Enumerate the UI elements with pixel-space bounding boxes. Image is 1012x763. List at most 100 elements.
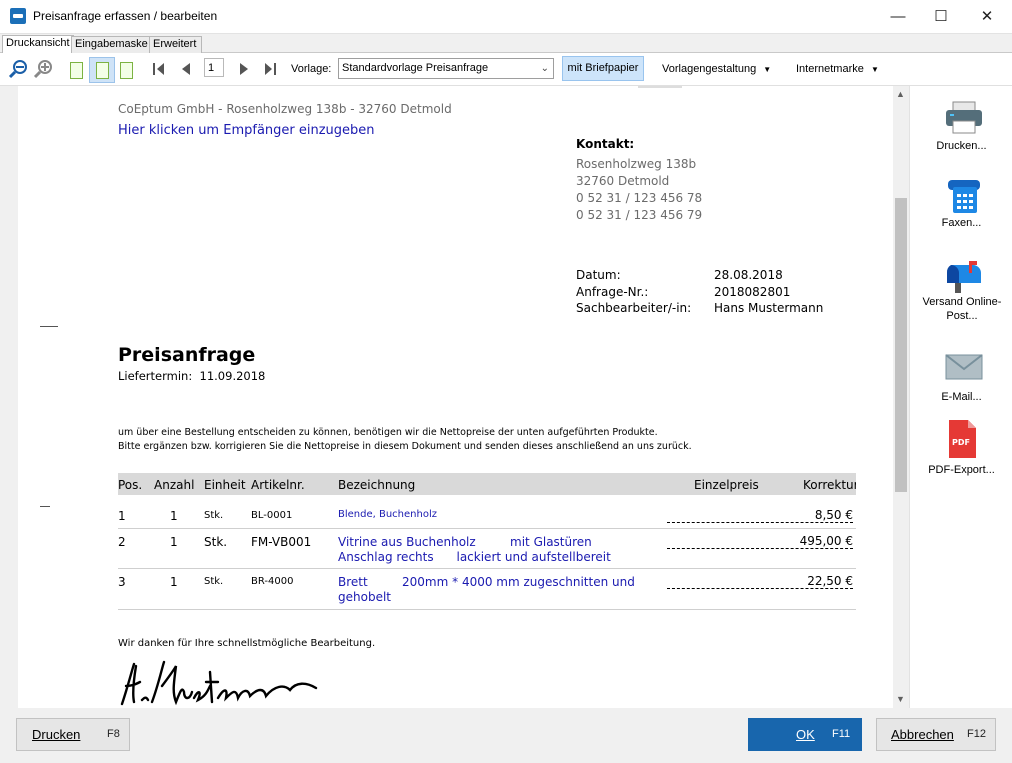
page-top-mark <box>638 86 682 88</box>
column-header: Anzahl <box>154 478 195 492</box>
envelope-icon <box>944 352 983 386</box>
meta-value: Hans Mustermann <box>714 301 824 315</box>
vorlage-label: Vorlage: <box>291 63 332 75</box>
drucken-button[interactable]: Drucken F8 <box>16 718 130 751</box>
document-heading: Preisanfrage <box>118 344 256 366</box>
vorlage-value: Standardvorlage Preisanfrage <box>342 62 489 74</box>
vorlagengestaltung-label: Vorlagengestaltung <box>662 63 757 75</box>
ok-button[interactable]: OK F11 <box>748 718 862 751</box>
svg-text:PDF: PDF <box>952 438 970 447</box>
ok-button-label: OK <box>796 727 815 742</box>
last-page-icon[interactable] <box>260 59 280 79</box>
first-page-icon[interactable] <box>149 59 169 79</box>
kontakt-line: Rosenholzweg 138b <box>576 157 697 171</box>
drucken-shortcut: F8 <box>107 728 120 740</box>
briefpapier-toggle[interactable]: mit Briefpapier <box>562 56 644 81</box>
liefertermin-label: Liefertermin: <box>118 369 193 383</box>
email-action[interactable]: E-Mail... <box>910 352 1012 404</box>
online-post-action[interactable]: Versand Online-Post... <box>910 257 1012 323</box>
column-header: Einheit <box>204 478 246 492</box>
window-title: Preisanfrage erfassen / bearbeiten <box>33 9 218 23</box>
meta-label: Datum: <box>576 268 621 282</box>
document-page: CoEptum GmbH - Rosenholzweg 138b - 32760… <box>18 86 893 708</box>
app-icon <box>10 8 26 24</box>
liefertermin-value: 11.09.2018 <box>199 369 266 383</box>
kontakt-line: 0 52 31 / 123 456 79 <box>576 208 703 222</box>
fold-mark <box>40 506 50 507</box>
title-bar: Preisanfrage erfassen / bearbeiten — ☐ ✕ <box>0 0 1012 34</box>
column-header: Artikelnr. <box>251 478 305 492</box>
table-row: 2 1 Stk. FM-VB001 Vitrine aus Buchenholz… <box>118 534 856 568</box>
tab-druckansicht[interactable]: Druckansicht <box>2 35 74 54</box>
zoom-out-icon[interactable] <box>8 59 28 79</box>
row-divider <box>118 609 856 610</box>
thanks-text: Wir danken für Ihre schnellstmögliche Be… <box>118 638 376 649</box>
signature-image <box>118 656 328 708</box>
cell-artikelnr: BR-4000 <box>251 576 294 587</box>
printer-icon <box>945 101 982 135</box>
pdf-icon: PDF <box>945 419 979 459</box>
single-page-icon[interactable] <box>66 59 86 79</box>
meta-value: 2018082801 <box>714 285 791 299</box>
table-header: Pos. Anzahl Einheit Artikelnr. Bezeichnu… <box>118 473 856 495</box>
column-header: Korrektur <box>803 478 856 492</box>
page-width-icon[interactable] <box>116 59 136 79</box>
drucken-button-label: Drucken <box>32 727 81 742</box>
cell-einzelpreis[interactable]: 22,50 € <box>667 574 853 589</box>
page-number-input[interactable]: 1 <box>204 58 224 77</box>
scroll-down-icon[interactable]: ▼ <box>896 694 905 704</box>
document-viewport[interactable]: CoEptum GmbH - Rosenholzweg 138b - 32760… <box>0 86 909 708</box>
abbrechen-button[interactable]: Abbrechen F12 <box>876 718 996 751</box>
meta-label: Sachbearbeiter/-in: <box>576 301 692 315</box>
zoom-in-icon[interactable] <box>33 59 53 79</box>
vorlage-select[interactable]: Standardvorlage Preisanfrage ⌄ <box>338 58 554 79</box>
maximize-icon[interactable]: ☐ <box>918 0 964 33</box>
cell-einheit: Stk. <box>204 510 224 521</box>
cell-bezeichnung-line2: gehobelt <box>338 590 391 604</box>
tab-erweitert[interactable]: Erweitert <box>149 36 202 53</box>
intro-line: Bitte ergänzen bzw. korrigieren Sie die … <box>118 441 692 452</box>
cell-artikelnr: FM-VB001 <box>251 535 312 549</box>
faxen-action[interactable]: Faxen... <box>910 178 1012 230</box>
chevron-down-icon: ⌄ <box>540 63 549 74</box>
recipient-placeholder[interactable]: Hier klicken um Empfänger einzugeben <box>118 123 375 138</box>
sender-line: CoEptum GmbH - Rosenholzweg 138b - 32760… <box>118 102 452 116</box>
action-panel: Drucken... Faxen... Versand Online-Post.… <box>909 86 1012 708</box>
liefertermin: Liefertermin: 11.09.2018 <box>118 369 265 383</box>
cell-einheit: Stk. <box>204 576 224 587</box>
cell-bezeichnung: Vitrine aus Buchenholz mit Glastüren <box>338 535 592 549</box>
double-page-icon[interactable] <box>89 57 115 83</box>
kontakt-line: 32760 Detmold <box>576 174 670 188</box>
cell-anzahl: 1 <box>170 535 178 549</box>
meta-value: 28.08.2018 <box>714 268 783 282</box>
kontakt-line: 0 52 31 / 123 456 78 <box>576 191 703 205</box>
kontakt-title: Kontakt: <box>576 137 635 151</box>
internetmarke-menu[interactable]: Internetmarke ▼ <box>796 63 879 75</box>
meta-label: Anfrage-Nr.: <box>576 285 649 299</box>
scroll-up-icon[interactable]: ▲ <box>896 89 905 99</box>
column-header: Einzelpreis <box>694 478 759 492</box>
cell-anzahl: 1 <box>170 575 178 589</box>
toolbar: 1 Vorlage: Standardvorlage Preisanfrage … <box>0 53 1012 86</box>
cell-einzelpreis[interactable]: 8,50 € <box>667 508 853 523</box>
pdf-export-action[interactable]: PDF PDF-Export... <box>910 419 1012 477</box>
cell-einzelpreis[interactable]: 495,00 € <box>667 534 853 549</box>
scroll-thumb[interactable] <box>895 198 907 492</box>
cell-bezeichnung: Blende, Buchenholz <box>338 509 437 520</box>
close-icon[interactable]: ✕ <box>964 0 1010 33</box>
tab-eingabemaske[interactable]: Eingabemaske <box>71 36 151 53</box>
minimize-icon[interactable]: — <box>875 0 921 33</box>
cell-pos: 2 <box>118 535 126 549</box>
abbrechen-button-label: Abbrechen <box>891 727 954 742</box>
vertical-scrollbar[interactable]: ▲ ▼ <box>893 86 909 708</box>
dropdown-arrow-icon: ▼ <box>763 65 772 74</box>
drucken-action[interactable]: Drucken... <box>910 101 1012 153</box>
next-page-icon[interactable] <box>234 59 254 79</box>
previous-page-icon[interactable] <box>176 59 196 79</box>
fold-mark <box>40 326 58 327</box>
mailbox-icon <box>945 257 981 293</box>
tab-bar: Druckansicht Eingabemaske Erweitert <box>0 34 1012 54</box>
vorlagengestaltung-menu[interactable]: Vorlagengestaltung ▼ <box>662 63 771 75</box>
abbrechen-shortcut: F12 <box>967 728 986 740</box>
dropdown-arrow-icon: ▼ <box>870 65 879 74</box>
